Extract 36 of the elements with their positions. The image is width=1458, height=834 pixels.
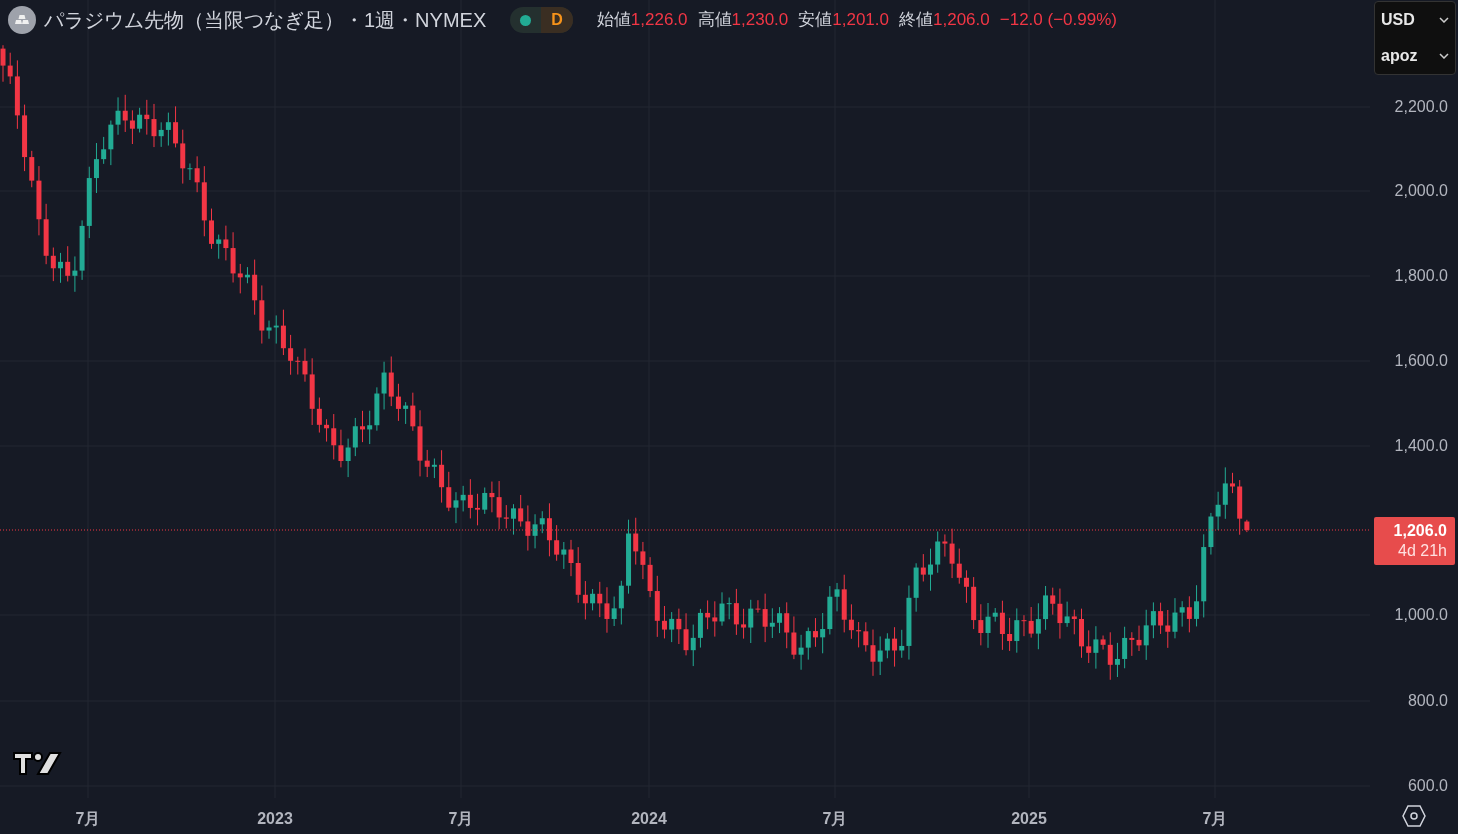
price-axis-label: 1,400.0 — [1394, 437, 1448, 455]
price-axis-label: 600.0 — [1407, 777, 1448, 795]
ohlc-label: 安値 — [798, 9, 833, 32]
time-axis-label: 2024 — [631, 809, 667, 829]
last-price: 1,206.0 — [1393, 521, 1447, 541]
status-badge[interactable]: D — [510, 7, 573, 33]
price-axis-label: 1,800.0 — [1394, 267, 1448, 285]
price-axis-label: 2,000.0 — [1394, 182, 1448, 200]
ohlc-label: 終値 — [899, 9, 933, 32]
time-axis-label: 2023 — [257, 809, 293, 829]
time-axis-label: 7月 — [75, 809, 101, 829]
chevron-down-icon — [1439, 53, 1449, 59]
ingot-icon — [8, 6, 36, 34]
ohlc-label: 始値 — [596, 9, 631, 32]
bar-countdown: 4d 21h — [1398, 541, 1447, 561]
ohlc-label: 高値 — [697, 9, 732, 32]
time-axis-label: 7月 — [448, 809, 474, 829]
price-change: −12.0 (−0.99%) — [999, 9, 1117, 32]
price-axis-label: 2,200.0 — [1394, 98, 1448, 116]
ohlc-value: 1,201.0 — [832, 9, 889, 32]
time-axis-label: 7月 — [1202, 809, 1228, 829]
ohlc-value: 1,230.0 — [731, 9, 789, 32]
price-axis-label: 1,000.0 — [1394, 606, 1448, 624]
currency-unit-selector[interactable]: apoz — [1375, 44, 1455, 68]
ohlc-value: 1,226.0 — [630, 9, 688, 32]
price-axis-label: 800.0 — [1407, 692, 1448, 710]
time-axis-label: 7月 — [822, 809, 848, 829]
chevron-down-icon — [1439, 17, 1449, 23]
logo-icon — [12, 750, 62, 778]
delay-label: D — [541, 7, 573, 33]
time-axis-label: 2025 — [1011, 809, 1047, 829]
symbol-title: パラジウム先物（当限つなぎ足）・1週・NYMEX — [44, 8, 487, 33]
price-axis-label: 1,600.0 — [1394, 352, 1448, 370]
currency-unit-selector[interactable]: USD — [1375, 8, 1455, 32]
ohlc-value: 1,206.0 — [933, 9, 990, 32]
settings-icon[interactable] — [1402, 805, 1426, 827]
